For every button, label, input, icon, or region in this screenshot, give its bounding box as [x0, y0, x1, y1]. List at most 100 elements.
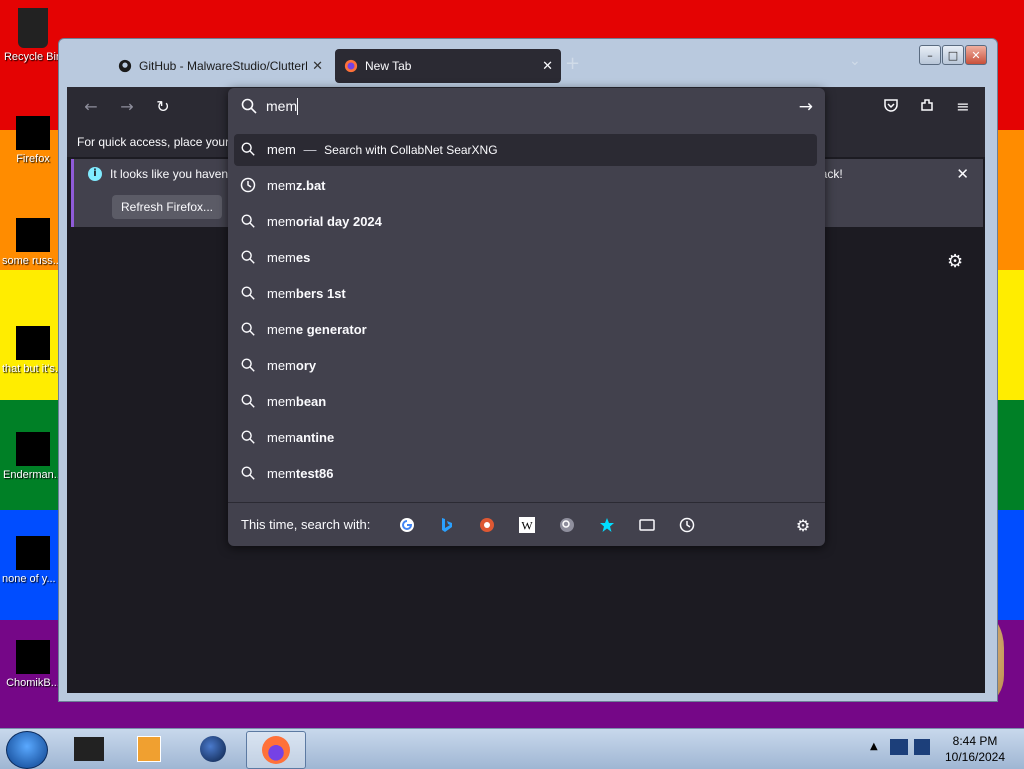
system-tray: ▲ 8:44 PM 10/16/2024	[862, 729, 1024, 769]
suggestion-completion: es	[295, 250, 311, 265]
suggestion-completion: test86	[295, 466, 334, 481]
app-icon	[74, 737, 104, 761]
url-dropdown: → mem — Search with CollabNet SearXNG me…	[228, 88, 825, 546]
search-icon	[240, 213, 258, 231]
minimize-button[interactable]: –	[919, 45, 941, 65]
desktop-icon-hamster[interactable]: ChomikB...	[2, 640, 64, 690]
network-icon[interactable]	[890, 739, 908, 755]
chevron-down-icon[interactable]: ⌄	[849, 53, 861, 69]
suggestion-text: members 1st	[267, 286, 346, 301]
desktop-icon-shortcut[interactable]: that but it's...	[2, 326, 64, 376]
suggestion-item[interactable]: members 1st	[234, 278, 817, 310]
bookmarks-icon[interactable]	[598, 516, 616, 534]
desktop-icon-label: Firefox	[16, 153, 50, 165]
searxng-icon[interactable]	[558, 516, 576, 534]
shortcut-icon	[16, 326, 50, 360]
suggestion-text: memz.bat	[267, 178, 326, 193]
taskbar-item-firefox[interactable]	[246, 731, 306, 769]
suggestion-text: meme generator	[267, 322, 367, 337]
search-icon	[240, 97, 258, 119]
url-input-row: →	[228, 88, 825, 126]
desktop-icon-label: none of y... retards kn...	[2, 573, 64, 585]
show-hidden-icons[interactable]: ▲	[870, 741, 878, 752]
menu-icon[interactable]: ≡	[953, 97, 973, 117]
search-icon	[240, 429, 258, 447]
suggestion-typed: mem	[267, 322, 296, 337]
gear-icon[interactable]: ⚙	[794, 516, 812, 535]
suggestion-item[interactable]: memtest86	[234, 458, 817, 490]
suggestion-item[interactable]: memantine	[234, 422, 817, 454]
desktop-icon-shortcut[interactable]: none of y... retards kn...	[2, 536, 64, 586]
suggestion-item[interactable]: memorial day 2024	[234, 206, 817, 238]
clock[interactable]: 8:44 PM 10/16/2024	[942, 733, 1008, 765]
firefox-icon	[343, 58, 359, 74]
taskbar-item-globe[interactable]	[184, 731, 242, 767]
suggestion-item[interactable]: membean	[234, 386, 817, 418]
tab-label: GitHub - MalwareStudio/ClutterBin	[139, 59, 307, 73]
maximize-button[interactable]: □	[942, 45, 964, 65]
firefox-icon	[16, 116, 50, 150]
desktop-icon-label: some russ... ran a ra...	[2, 255, 64, 267]
history-icon[interactable]	[678, 516, 696, 534]
suggestion-typed: mem	[267, 358, 296, 373]
globe-icon	[200, 736, 226, 762]
shortcut-icon	[16, 218, 50, 252]
tab-label: New Tab	[365, 59, 412, 73]
url-input[interactable]	[266, 98, 766, 114]
suggestion-item[interactable]: memz.bat	[234, 170, 817, 202]
desktop-icon-shortcut[interactable]: some russ... ran a ra...	[2, 218, 64, 268]
suggestion-text: memes	[267, 250, 310, 265]
suggestion-text: mem — Search with CollabNet SearXNG	[267, 142, 498, 157]
tab-new-tab[interactable]: New Tab ✕	[335, 49, 561, 83]
desktop-icon-recycle-bin[interactable]: Recycle Bin	[2, 8, 64, 64]
notice-text: It looks like you haven	[110, 167, 229, 181]
separator-dash: —	[303, 142, 317, 157]
close-icon[interactable]: ✕	[542, 58, 553, 74]
suggestion-text: memtest86	[267, 466, 333, 481]
suggestion-item[interactable]: memes	[234, 242, 817, 274]
volume-icon[interactable]	[914, 739, 930, 755]
search-icon	[240, 357, 258, 375]
history-icon	[240, 177, 258, 195]
suggestion-search-engine[interactable]: mem — Search with CollabNet SearXNG	[234, 134, 817, 166]
firefox-icon	[262, 736, 290, 764]
taskbar-item-app[interactable]	[60, 731, 118, 767]
go-arrow-icon[interactable]: →	[799, 97, 813, 117]
tabs-icon[interactable]	[638, 516, 656, 534]
gear-icon[interactable]: ⚙	[947, 251, 963, 272]
engine-row-label: This time, search with:	[241, 517, 371, 532]
taskbar-item-media-player[interactable]	[120, 731, 178, 767]
google-icon[interactable]	[398, 516, 416, 534]
search-icon	[240, 465, 258, 483]
desktop-icon-shortcut[interactable]: Enderman...	[2, 432, 64, 482]
suggestion-item[interactable]: memory	[234, 350, 817, 382]
desktop-icon-firefox[interactable]: Firefox	[2, 116, 64, 166]
desktop-icon-label: ChomikB...	[6, 677, 60, 689]
suggestion-typed: mem	[267, 286, 296, 301]
reload-icon[interactable]: ↻	[153, 97, 173, 117]
close-icon[interactable]: ✕	[956, 165, 969, 183]
duckduckgo-icon[interactable]	[478, 516, 496, 534]
wikipedia-icon[interactable]: W	[518, 516, 536, 534]
suggestion-item[interactable]: meme generator	[234, 314, 817, 346]
extensions-icon[interactable]	[917, 97, 937, 117]
start-button[interactable]	[6, 731, 48, 769]
bing-icon[interactable]	[438, 516, 456, 534]
suggestion-text: memantine	[267, 430, 334, 445]
svg-text:W: W	[521, 519, 533, 533]
suggestion-completion: bean	[295, 394, 327, 409]
suggestion-text: memorial day 2024	[267, 214, 382, 229]
back-icon[interactable]: ←	[81, 97, 101, 117]
close-button[interactable]: ✕	[965, 45, 987, 65]
tab-github[interactable]: GitHub - MalwareStudio/ClutterBin ✕	[109, 49, 331, 83]
hamster-icon	[16, 640, 50, 674]
suggestion-completion: z.bat	[295, 178, 326, 193]
new-tab-button[interactable]: +	[565, 53, 580, 74]
suggestion-completion: antine	[295, 430, 335, 445]
pocket-icon[interactable]	[881, 97, 901, 117]
forward-icon[interactable]: →	[117, 97, 137, 117]
refresh-firefox-button[interactable]: Refresh Firefox...	[112, 195, 222, 219]
suggestion-typed: mem	[267, 430, 296, 445]
search-engine-row: This time, search with: W ⚙	[228, 502, 825, 547]
close-icon[interactable]: ✕	[312, 58, 323, 74]
